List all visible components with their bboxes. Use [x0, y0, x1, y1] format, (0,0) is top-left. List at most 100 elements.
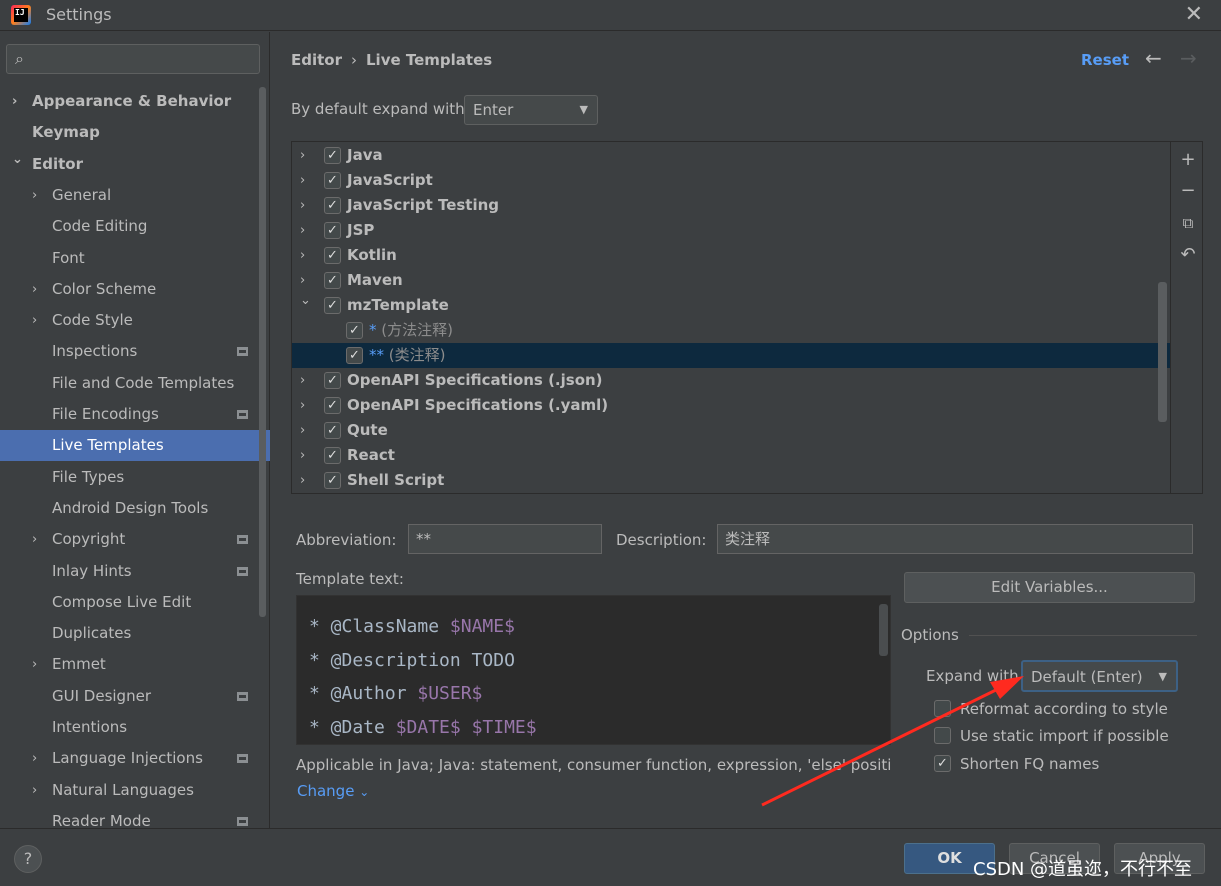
template-group-mztemplate[interactable]: ⌄ ✓ mzTemplate	[292, 293, 1170, 318]
template-group-maven[interactable]: › ✓ Maven	[292, 268, 1170, 293]
sidebar-item-code-style[interactable]: › Code Style	[0, 305, 262, 336]
chevron-right-icon[interactable]: ›	[300, 218, 305, 243]
sidebar-item-android-design-tools[interactable]: Android Design Tools	[0, 493, 262, 524]
chevron-right-icon[interactable]: ›	[32, 305, 37, 336]
chevron-right-icon[interactable]: ›	[32, 775, 37, 806]
abbreviation-field[interactable]: **	[408, 524, 602, 554]
templates-scrollbar[interactable]	[1158, 282, 1167, 422]
close-icon[interactable]: ✕	[1185, 2, 1203, 27]
template-group-openapi-specifications-json[interactable]: › ✓ OpenAPI Specifications (.json)	[292, 368, 1170, 393]
sidebar-item-color-scheme[interactable]: › Color Scheme	[0, 274, 262, 305]
sidebar-item-language-injections[interactable]: › Language Injections	[0, 743, 262, 774]
default-expand-select[interactable]: Enter ▼	[464, 95, 598, 125]
expand-with-select[interactable]: Default (Enter) ▼	[1021, 660, 1178, 692]
sidebar-item-intentions[interactable]: Intentions	[0, 712, 262, 743]
project-scope-icon	[237, 535, 248, 544]
chevron-right-icon[interactable]: ›	[300, 468, 305, 493]
template-checkbox[interactable]: ✓	[324, 172, 341, 189]
chevron-right-icon[interactable]: ›	[300, 143, 305, 168]
chevron-right-icon[interactable]: ›	[300, 443, 305, 468]
chevron-down-icon[interactable]: ⌄	[12, 144, 23, 175]
template-checkbox[interactable]: ✓	[324, 372, 341, 389]
search-input[interactable]: ⌕	[6, 44, 260, 74]
breadcrumb-editor[interactable]: Editor	[291, 51, 342, 69]
template-checkbox[interactable]: ✓	[346, 322, 363, 339]
template-group-javascript-testing[interactable]: › ✓ JavaScript Testing	[292, 193, 1170, 218]
forward-arrow-icon[interactable]: →	[1180, 46, 1197, 70]
chevron-right-icon[interactable]: ›	[32, 649, 37, 680]
template-group-react[interactable]: › ✓ React	[292, 443, 1170, 468]
template-checkbox[interactable]: ✓	[346, 347, 363, 364]
chevron-right-icon[interactable]: ›	[32, 524, 37, 555]
template-checkbox[interactable]: ✓	[324, 247, 341, 264]
template-checkbox[interactable]: ✓	[324, 397, 341, 414]
chevron-right-icon[interactable]: ›	[32, 274, 37, 305]
sidebar-item-emmet[interactable]: › Emmet	[0, 649, 262, 680]
template-checkbox[interactable]: ✓	[324, 147, 341, 164]
template-checkbox[interactable]: ✓	[324, 447, 341, 464]
copy-icon[interactable]: ⧉	[1178, 213, 1198, 233]
reset-link[interactable]: Reset	[1081, 51, 1129, 69]
reformat-checkbox[interactable]	[934, 700, 951, 717]
chevron-right-icon[interactable]: ›	[300, 393, 305, 418]
sidebar-item-inspections[interactable]: Inspections	[0, 336, 262, 367]
template-item[interactable]: ✓ * (方法注释)	[292, 318, 1170, 343]
template-checkbox[interactable]: ✓	[324, 472, 341, 489]
edit-variables-button[interactable]: Edit Variables...	[904, 572, 1195, 603]
template-group-openapi-specifications-yaml[interactable]: › ✓ OpenAPI Specifications (.yaml)	[292, 393, 1170, 418]
chevron-down-icon: ▼	[579, 103, 588, 116]
chevron-right-icon[interactable]: ›	[300, 368, 305, 393]
chevron-right-icon[interactable]: ›	[12, 86, 17, 117]
sidebar-item-gui-designer[interactable]: GUI Designer	[0, 681, 262, 712]
sidebar-item-file-and-code-templates[interactable]: File and Code Templates	[0, 368, 262, 399]
remove-icon[interactable]: −	[1178, 181, 1198, 201]
chevron-down-icon[interactable]: ⌄	[300, 288, 311, 313]
sidebar-item-natural-languages[interactable]: › Natural Languages	[0, 775, 262, 806]
sidebar-item-file-types[interactable]: File Types	[0, 462, 262, 493]
static-import-checkbox[interactable]	[934, 727, 951, 744]
sidebar-scrollbar[interactable]	[259, 87, 266, 617]
template-checkbox[interactable]: ✓	[324, 197, 341, 214]
sidebar-item-compose-live-edit[interactable]: Compose Live Edit	[0, 587, 262, 618]
change-contexts-link[interactable]: Change ⌄	[297, 782, 369, 800]
template-checkbox[interactable]: ✓	[324, 422, 341, 439]
sidebar-item-keymap[interactable]: Keymap	[0, 117, 262, 148]
sidebar-item-editor[interactable]: ⌄ Editor	[0, 149, 262, 180]
editor-scrollbar[interactable]	[879, 604, 888, 656]
sidebar-item-general[interactable]: › General	[0, 180, 262, 211]
template-item[interactable]: ✓ ** (类注释)	[292, 343, 1170, 368]
sidebar-item-code-editing[interactable]: Code Editing	[0, 211, 262, 242]
chevron-right-icon[interactable]: ›	[300, 243, 305, 268]
template-group-kotlin[interactable]: › ✓ Kotlin	[292, 243, 1170, 268]
sidebar-item-duplicates[interactable]: Duplicates	[0, 618, 262, 649]
chevron-right-icon[interactable]: ›	[32, 180, 37, 211]
template-group-shell-script[interactable]: › ✓ Shell Script	[292, 468, 1170, 493]
sidebar-item-live-templates[interactable]: Live Templates	[0, 430, 270, 461]
add-icon[interactable]: +	[1178, 150, 1198, 170]
chevron-right-icon[interactable]: ›	[32, 743, 37, 774]
sidebar-item-copyright[interactable]: › Copyright	[0, 524, 262, 555]
chevron-right-icon[interactable]: ›	[300, 418, 305, 443]
template-group-javascript[interactable]: › ✓ JavaScript	[292, 168, 1170, 193]
sidebar-item-appearance-behavior[interactable]: › Appearance & Behavior	[0, 86, 262, 117]
sidebar-item-font[interactable]: Font	[0, 243, 262, 274]
template-text-editor[interactable]: * @ClassName $NAME$ * @Description TODO * …	[296, 595, 891, 745]
shorten-fq-checkbox[interactable]: ✓	[934, 755, 951, 772]
chevron-right-icon[interactable]: ›	[300, 193, 305, 218]
help-button[interactable]: ?	[14, 845, 42, 873]
template-checkbox[interactable]: ✓	[324, 297, 341, 314]
restore-icon[interactable]: ↶	[1178, 245, 1198, 265]
template-group-java[interactable]: › ✓ Java	[292, 143, 1170, 168]
template-text-label: Template text:	[296, 570, 404, 588]
description-field[interactable]: 类注释	[717, 524, 1193, 554]
template-checkbox[interactable]: ✓	[324, 222, 341, 239]
sidebar-item-label: Inspections	[52, 342, 138, 360]
template-checkbox[interactable]: ✓	[324, 272, 341, 289]
sidebar-item-label: Color Scheme	[52, 280, 157, 298]
chevron-right-icon[interactable]: ›	[300, 168, 305, 193]
sidebar-item-inlay-hints[interactable]: Inlay Hints	[0, 556, 262, 587]
sidebar-item-file-encodings[interactable]: File Encodings	[0, 399, 262, 430]
back-arrow-icon[interactable]: ←	[1145, 46, 1162, 70]
template-group-qute[interactable]: › ✓ Qute	[292, 418, 1170, 443]
template-group-jsp[interactable]: › ✓ JSP	[292, 218, 1170, 243]
